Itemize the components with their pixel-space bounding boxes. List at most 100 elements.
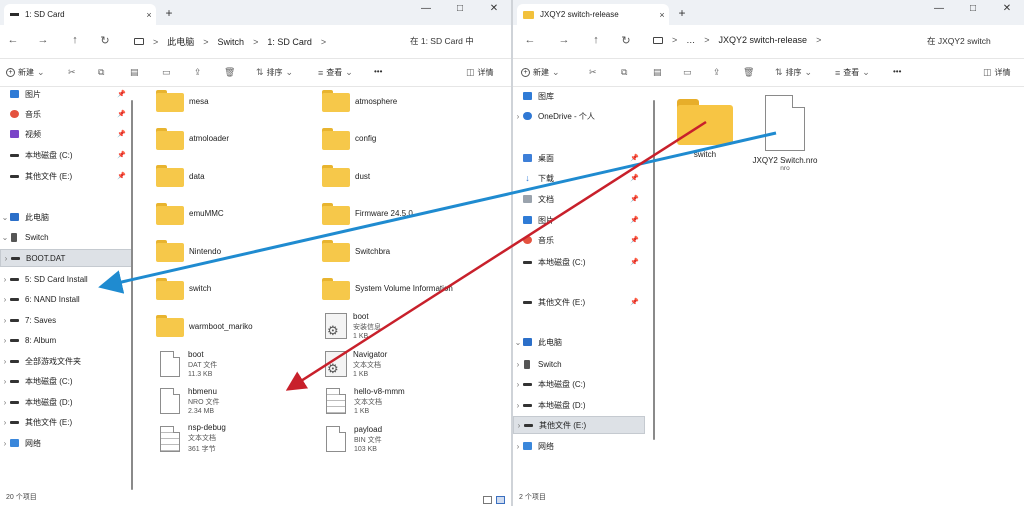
file-item[interactable]: Switchbra <box>322 235 390 267</box>
file-item[interactable]: switch <box>156 273 211 305</box>
large-icon-item[interactable]: JXQY2 Switch.nro nro <box>745 95 825 172</box>
view-button[interactable]: ≡ 查看 ⌄ <box>835 67 870 78</box>
file-item[interactable]: mesa <box>156 85 209 117</box>
refresh-button[interactable]: ↻ <box>619 34 633 47</box>
nav-item[interactable]: › 网络 <box>513 437 645 455</box>
chevron-icon[interactable]: › <box>0 398 10 407</box>
file-item[interactable]: warmboot_mariko <box>156 310 253 342</box>
nav-item[interactable]: › 其他文件 (E:) <box>0 413 132 431</box>
nav-item[interactable]: 文档 📌 <box>513 190 645 208</box>
chevron-icon[interactable]: › <box>513 442 523 451</box>
search-input[interactable]: 在 JXQY2 switch <box>927 35 991 47</box>
share-icon[interactable]: ⇪ <box>194 67 202 78</box>
nav-scrollbar[interactable] <box>131 100 133 490</box>
nav-item[interactable]: › 本地磁盘 (D:) <box>513 396 645 414</box>
breadcrumb-release[interactable]: JXQY2 switch-release <box>719 35 808 45</box>
file-item[interactable]: Firmware 24.5.0 <box>322 198 413 230</box>
nav-item[interactable]: › 本地磁盘 (C:) <box>513 375 645 393</box>
delete-icon[interactable]: 🗑 <box>224 67 235 78</box>
close-window-button[interactable]: ✕ <box>990 0 1024 22</box>
file-item[interactable]: payload BIN 文件 103 KB <box>322 423 382 455</box>
file-item[interactable]: config <box>322 123 376 155</box>
chevron-icon[interactable]: › <box>513 360 523 369</box>
chevron-icon[interactable]: › <box>0 357 10 366</box>
nav-item[interactable]: 图片 📌 <box>513 211 645 229</box>
large-icon-item[interactable]: switch <box>677 99 733 159</box>
file-item[interactable]: Navigator 文本文档1 KB <box>322 348 387 380</box>
file-item[interactable]: boot DAT 文件 11.3 KB <box>156 348 217 380</box>
nav-item[interactable]: › Switch <box>513 355 645 373</box>
file-item[interactable]: boot 安装信息 1 KB <box>322 310 381 342</box>
nav-item[interactable]: › BOOT.DAT <box>0 249 132 267</box>
new-button[interactable]: + 新建 ⌄ <box>521 67 560 78</box>
file-item[interactable]: dust <box>322 160 370 192</box>
tiles-view-icon[interactable] <box>496 496 505 504</box>
breadcrumb-switch[interactable]: Switch <box>218 37 245 47</box>
rename-icon[interactable]: ▭ <box>162 67 171 78</box>
nav-item[interactable]: › 7: Saves <box>0 311 132 329</box>
minimize-button[interactable]: — <box>409 0 443 22</box>
minimize-button[interactable]: — <box>922 0 956 22</box>
chevron-icon[interactable]: › <box>513 112 523 121</box>
left-tab[interactable]: 1: SD Card × <box>4 4 156 25</box>
breadcrumb[interactable]: > … > JXQY2 switch-release > <box>653 35 821 45</box>
breadcrumb-sd-card[interactable]: 1: SD Card <box>267 37 312 47</box>
refresh-button[interactable]: ↻ <box>98 34 112 47</box>
nav-item[interactable]: ⌄ 此电脑 <box>0 208 132 226</box>
nav-item[interactable]: ⌄ 此电脑 <box>513 333 645 351</box>
copy-icon[interactable]: ⧉ <box>98 67 104 78</box>
maximize-button[interactable]: □ <box>956 0 990 22</box>
delete-icon[interactable]: 🗑 <box>743 67 754 78</box>
forward-button[interactable]: → <box>36 34 50 46</box>
cut-icon[interactable]: ✂ <box>589 67 597 78</box>
chevron-icon[interactable]: ⌄ <box>0 213 10 222</box>
nav-item[interactable]: 视频 📌 <box>0 125 132 143</box>
chevron-icon[interactable]: › <box>513 401 523 410</box>
new-tab-button[interactable]: + <box>675 6 689 20</box>
nav-item[interactable]: › OneDrive - 个人 <box>513 107 645 125</box>
nav-item[interactable]: › 本地磁盘 (D:) <box>0 393 132 411</box>
file-item[interactable]: emuMMC <box>156 198 224 230</box>
close-tab-icon[interactable]: × <box>655 10 669 20</box>
forward-button[interactable]: → <box>557 34 571 46</box>
copy-icon[interactable]: ⧉ <box>621 67 627 78</box>
chevron-icon[interactable]: › <box>0 439 10 448</box>
nav-item[interactable]: 其他文件 (E:) 📌 <box>513 293 645 311</box>
chevron-icon[interactable]: › <box>0 275 10 284</box>
right-tab[interactable]: JXQY2 switch-release × <box>517 4 669 25</box>
details-button[interactable]: ◫ 详情 <box>983 67 1011 78</box>
paste-icon[interactable]: ▤ <box>130 67 139 78</box>
chevron-icon[interactable]: › <box>0 316 10 325</box>
file-item[interactable]: data <box>156 160 205 192</box>
nav-item[interactable]: 音乐 📌 <box>0 105 132 123</box>
breadcrumb[interactable]: > 此电脑 > Switch > 1: SD Card > <box>134 35 326 48</box>
nav-item[interactable]: › 8: Album <box>0 331 132 349</box>
view-button[interactable]: ≡ 查看 ⌄ <box>318 67 353 78</box>
rename-icon[interactable]: ▭ <box>683 67 692 78</box>
nav-item[interactable]: 音乐 📌 <box>513 231 645 249</box>
nav-item[interactable]: ↓ 下载 📌 <box>513 169 645 187</box>
nav-item[interactable]: › 6: NAND Install <box>0 290 132 308</box>
file-item[interactable]: atmosphere <box>322 85 397 117</box>
chevron-icon[interactable]: › <box>1 254 11 263</box>
nav-item[interactable]: › 网络 <box>0 434 132 452</box>
file-item[interactable]: atmoloader <box>156 123 229 155</box>
chevron-icon[interactable]: ⌄ <box>0 233 10 242</box>
cut-icon[interactable]: ✂ <box>68 67 76 78</box>
maximize-button[interactable]: □ <box>443 0 477 22</box>
file-item[interactable]: Nintendo <box>156 235 221 267</box>
chevron-icon[interactable]: ⌄ <box>513 338 523 347</box>
details-view-icon[interactable] <box>483 496 492 504</box>
file-item[interactable]: hello-v8-mmm 文本文档 1 KB <box>322 385 405 417</box>
chevron-icon[interactable]: › <box>0 336 10 345</box>
nav-item[interactable]: 桌面 📌 <box>513 149 645 167</box>
chevron-icon[interactable]: › <box>0 418 10 427</box>
back-button[interactable]: ← <box>6 34 20 46</box>
back-button[interactable]: ← <box>523 34 537 46</box>
more-button[interactable]: ••• <box>893 67 901 76</box>
sort-button[interactable]: ⇅ 排序 ⌄ <box>256 67 293 78</box>
new-tab-button[interactable]: + <box>162 6 176 20</box>
chevron-icon[interactable]: › <box>0 295 10 304</box>
breadcrumb-this-pc[interactable]: 此电脑 <box>167 35 194 48</box>
nav-item[interactable]: 本地磁盘 (C:) 📌 <box>0 146 132 164</box>
